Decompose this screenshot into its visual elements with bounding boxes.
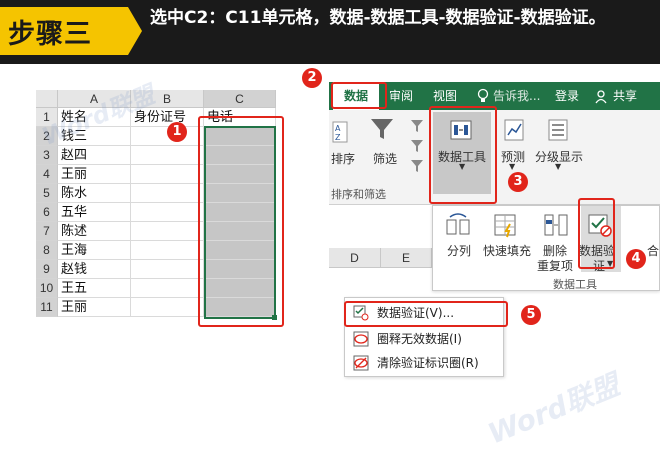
highlight-data-tab	[331, 82, 387, 109]
cell-a[interactable]: 赵钱	[58, 260, 131, 279]
step-title: 步骤三	[8, 19, 92, 50]
highlight-validation-menu-item	[344, 301, 508, 327]
badge-5: 5	[521, 305, 541, 325]
flash-fill-icon	[493, 212, 519, 242]
highlight-data-tools	[429, 106, 497, 204]
forecast-dropdown-arrow: ▼	[509, 162, 516, 171]
cell-b[interactable]	[131, 241, 204, 260]
cell-b[interactable]	[131, 279, 204, 298]
flash-fill-button[interactable]: 快速填充	[483, 242, 531, 259]
tab-review[interactable]: 审阅	[389, 82, 413, 110]
tab-share[interactable]: 共享	[613, 82, 637, 110]
grid-fragment: D E	[329, 248, 432, 288]
outline-icon	[547, 118, 569, 146]
consolidate-button-partial[interactable]: 合	[647, 242, 659, 259]
menu-item-clear-circles[interactable]: 清除验证标识圈(R)	[345, 351, 505, 375]
instruction-text: 选中C2：C11单元格，数据-数据工具-数据验证-数据验证。	[150, 8, 606, 28]
column-header-d[interactable]: D	[329, 248, 381, 268]
cell-b[interactable]	[131, 165, 204, 184]
cell-a[interactable]: 陈述	[58, 222, 131, 241]
data-tools-group-label: 数据工具	[553, 278, 597, 291]
menu-item-circle-invalid[interactable]: 圈释无效数据(I)	[345, 327, 505, 351]
filter-funnel-icon	[369, 116, 395, 146]
cell-a[interactable]: 王丽	[58, 298, 131, 317]
row-header[interactable]: 6	[36, 203, 58, 222]
text-to-columns-button[interactable]: 分列	[447, 242, 471, 259]
badge-2: 2	[302, 68, 322, 88]
cell-b[interactable]	[131, 184, 204, 203]
data-tools-panel: 分列 快速填充 删除 重复项 数据验 证 ▼ 合 数据工具	[432, 205, 660, 291]
cell-b[interactable]	[131, 222, 204, 241]
sort-az-icon: AZ	[331, 120, 351, 150]
row-header[interactable]: 9	[36, 260, 58, 279]
instruction-banner: 步骤三 选中C2：C11单元格，数据-数据工具-数据验证-数据验证。	[0, 0, 660, 64]
cell-b[interactable]	[131, 203, 204, 222]
cell-b[interactable]	[131, 146, 204, 165]
remove-duplicates-icon	[543, 212, 569, 242]
svg-text:Z: Z	[335, 133, 341, 142]
row-header[interactable]: 7	[36, 222, 58, 241]
cell-a[interactable]: 赵四	[58, 146, 131, 165]
cell-b[interactable]	[131, 260, 204, 279]
column-header-c[interactable]: C	[204, 90, 276, 108]
cell-a[interactable]: 王丽	[58, 165, 131, 184]
menu-item-circle-invalid-label: 圈释无效数据(I)	[377, 332, 462, 346]
clear-circles-icon	[353, 355, 369, 379]
cell-a[interactable]: 陈水	[58, 184, 131, 203]
highlight-selection	[198, 116, 284, 327]
step-arrow	[128, 7, 142, 55]
column-header-e[interactable]: E	[381, 248, 432, 268]
forecast-icon	[503, 118, 525, 146]
badge-1: 1	[167, 122, 187, 142]
cell-a[interactable]: 五华	[58, 203, 131, 222]
select-all-corner[interactable]	[36, 90, 58, 108]
outline-dropdown-arrow: ▼	[555, 162, 562, 171]
menu-item-clear-circles-label: 清除验证标识圈(R)	[377, 356, 479, 370]
svg-text:A: A	[335, 124, 341, 133]
cell-a[interactable]: 王海	[58, 241, 131, 260]
row-header[interactable]: 8	[36, 241, 58, 260]
lightbulb-icon	[477, 88, 489, 108]
row-header[interactable]: 11	[36, 298, 58, 317]
tell-me-search[interactable]: 告诉我...	[493, 82, 540, 110]
highlight-data-validation	[578, 198, 615, 269]
row-header[interactable]: 10	[36, 279, 58, 298]
badge-4: 4	[626, 249, 646, 269]
remove-duplicates-label-2[interactable]: 重复项	[537, 257, 573, 274]
cell-a[interactable]: 王五	[58, 279, 131, 298]
sort-filter-group-label: 排序和筛选	[331, 188, 386, 201]
sort-button[interactable]: 排序	[331, 150, 355, 167]
filter-button[interactable]: 筛选	[373, 150, 397, 167]
row-header[interactable]: 4	[36, 165, 58, 184]
badge-3: 3	[508, 172, 528, 192]
row-header[interactable]: 5	[36, 184, 58, 203]
tab-login[interactable]: 登录	[555, 82, 579, 110]
text-to-columns-icon	[445, 212, 471, 242]
clear-filter-icon	[409, 118, 425, 182]
cell-b[interactable]	[131, 298, 204, 317]
share-user-icon	[595, 89, 609, 108]
